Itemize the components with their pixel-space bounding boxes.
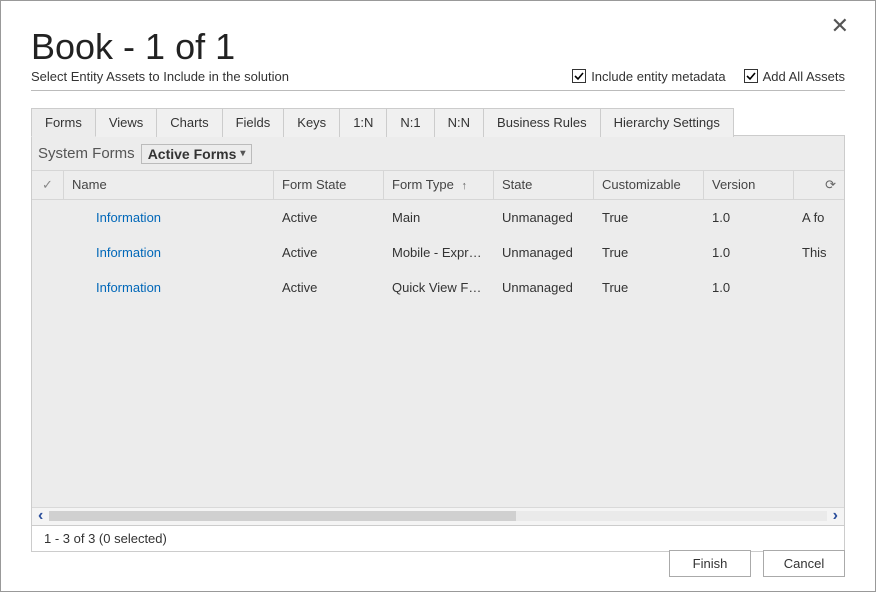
row-name-link[interactable]: Information	[64, 274, 274, 301]
refresh-icon[interactable]: ⟳	[825, 177, 836, 193]
add-all-assets-checkbox[interactable]: Add All Assets	[744, 69, 845, 84]
tab-n-1[interactable]: N:1	[387, 108, 434, 137]
column-form-type-label: Form Type	[392, 177, 454, 192]
row-name-link[interactable]: Information	[64, 239, 274, 266]
close-icon[interactable]: ✕	[831, 15, 849, 37]
tab-charts[interactable]: Charts	[157, 108, 222, 137]
row-version: 1.0	[704, 204, 794, 231]
sort-ascending-icon: ↑	[462, 180, 468, 192]
finish-button[interactable]: Finish	[669, 550, 751, 577]
checkmark-icon	[572, 69, 586, 83]
horizontal-scrollbar[interactable]: ‹ ›	[32, 507, 844, 525]
tabstrip-spacer	[734, 107, 845, 136]
row-description	[794, 274, 844, 301]
scroll-track[interactable]	[49, 511, 826, 521]
scroll-right-icon[interactable]: ›	[833, 508, 838, 524]
page-title: Book - 1 of 1	[31, 27, 845, 67]
cancel-button[interactable]: Cancel	[763, 550, 845, 577]
column-description[interactable]: ⟳	[794, 171, 844, 199]
row-customizable: True	[594, 239, 704, 266]
page-subtitle: Select Entity Assets to Include in the s…	[31, 69, 289, 84]
row-form-state: Active	[274, 274, 384, 301]
row-customizable: True	[594, 204, 704, 231]
row-form-state: Active	[274, 239, 384, 266]
row-customizable: True	[594, 274, 704, 301]
column-name[interactable]: Name	[64, 171, 274, 199]
select-all-checkbox[interactable]: ✓	[32, 171, 64, 199]
tab-1-n[interactable]: 1:N	[340, 108, 387, 137]
chevron-down-icon: ▾	[240, 148, 245, 159]
tab-views[interactable]: Views	[96, 108, 157, 137]
row-state: Unmanaged	[494, 274, 594, 301]
table-header: ✓ Name Form State Form Type ↑ State Cust…	[32, 170, 844, 200]
row-checkbox[interactable]	[32, 204, 64, 231]
tab-fields[interactable]: Fields	[223, 108, 285, 137]
table-body: InformationActiveMainUnmanagedTrue1.0A f…	[32, 200, 844, 507]
tab-n-n[interactable]: N:N	[435, 108, 484, 137]
row-description: This	[794, 239, 844, 266]
row-description: A fo	[794, 204, 844, 231]
tab-forms[interactable]: Forms	[31, 108, 96, 137]
column-version[interactable]: Version	[704, 171, 794, 199]
checkmark-icon	[744, 69, 758, 83]
include-entity-metadata-label: Include entity metadata	[591, 69, 725, 84]
column-customizable[interactable]: Customizable	[594, 171, 704, 199]
row-checkbox[interactable]	[32, 239, 64, 266]
entity-asset-tabs: FormsViewsChartsFieldsKeys1:NN:1N:NBusin…	[31, 107, 845, 136]
row-form-type: Quick View Form	[384, 274, 494, 301]
column-state[interactable]: State	[494, 171, 594, 199]
row-form-type: Main	[384, 204, 494, 231]
selection-status: 1 - 3 of 3 (0 selected)	[31, 526, 845, 552]
row-state: Unmanaged	[494, 239, 594, 266]
add-all-assets-label: Add All Assets	[763, 69, 845, 84]
scroll-left-icon[interactable]: ‹	[38, 508, 43, 524]
row-version: 1.0	[704, 274, 794, 301]
tab-hierarchy-settings[interactable]: Hierarchy Settings	[601, 108, 734, 137]
row-version: 1.0	[704, 239, 794, 266]
include-entity-metadata-checkbox[interactable]: Include entity metadata	[572, 69, 725, 84]
column-form-state[interactable]: Form State	[274, 171, 384, 199]
scroll-thumb[interactable]	[49, 511, 515, 521]
view-selector-label: Active Forms	[148, 146, 237, 162]
tab-keys[interactable]: Keys	[284, 108, 340, 137]
row-checkbox[interactable]	[32, 274, 64, 301]
view-group-label: System Forms	[38, 145, 135, 162]
tab-business-rules[interactable]: Business Rules	[484, 108, 601, 137]
row-name-link[interactable]: Information	[64, 204, 274, 231]
table-row[interactable]: InformationActiveMobile - ExpressUnmanag…	[32, 235, 844, 270]
row-form-state: Active	[274, 204, 384, 231]
column-form-type[interactable]: Form Type ↑	[384, 171, 494, 199]
table-row[interactable]: InformationActiveMainUnmanagedTrue1.0A f…	[32, 200, 844, 235]
row-form-type: Mobile - Express	[384, 239, 494, 266]
view-selector-dropdown[interactable]: Active Forms ▾	[141, 144, 253, 164]
row-state: Unmanaged	[494, 204, 594, 231]
table-row[interactable]: InformationActiveQuick View FormUnmanage…	[32, 270, 844, 305]
